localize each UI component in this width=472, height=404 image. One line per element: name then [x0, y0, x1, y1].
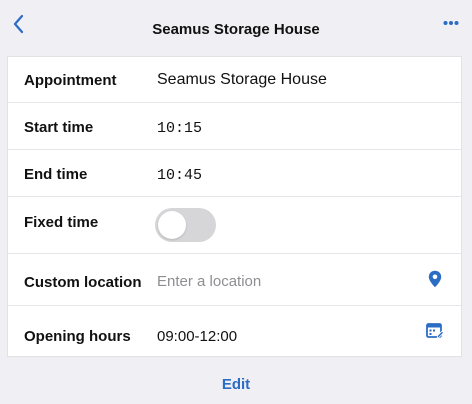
- fixed-time-row: Fixed time: [8, 197, 461, 254]
- custom-location-label: Custom location: [24, 274, 142, 291]
- end-time-label: End time: [24, 166, 88, 183]
- edit-button[interactable]: Edit: [0, 376, 472, 393]
- opening-hours-value: 09:00-12:00: [157, 328, 238, 345]
- custom-location-row: Custom location: [8, 254, 461, 306]
- calendar-edit-icon: [426, 323, 444, 340]
- more-options-button[interactable]: [440, 12, 462, 34]
- location-pin-icon: [428, 270, 442, 288]
- appointment-row: Appointment Seamus Storage House: [8, 57, 461, 103]
- end-time-row[interactable]: End time 10:45: [8, 150, 461, 197]
- fixed-time-toggle[interactable]: [155, 208, 216, 242]
- ellipsis-icon: [443, 21, 459, 25]
- appointment-label: Appointment: [24, 72, 117, 89]
- navigation-bar: Seamus Storage House: [0, 0, 472, 60]
- toggle-knob: [158, 211, 186, 239]
- start-time-value[interactable]: 10:15: [157, 120, 202, 137]
- page-title: Seamus Storage House: [152, 21, 320, 38]
- appointment-details-card: Appointment Seamus Storage House Start t…: [7, 56, 462, 357]
- location-picker-button[interactable]: [424, 268, 446, 290]
- start-time-row[interactable]: Start time 10:15: [8, 103, 461, 150]
- appointment-value: Seamus Storage House: [157, 71, 327, 88]
- opening-hours-label: Opening hours: [24, 328, 131, 345]
- fixed-time-label: Fixed time: [24, 214, 99, 231]
- custom-location-input[interactable]: [157, 273, 407, 290]
- start-time-label: Start time: [24, 119, 94, 136]
- end-time-value[interactable]: 10:45: [157, 167, 202, 184]
- opening-hours-row: Opening hours 09:00-12:00: [8, 306, 461, 358]
- opening-hours-button[interactable]: [424, 320, 446, 342]
